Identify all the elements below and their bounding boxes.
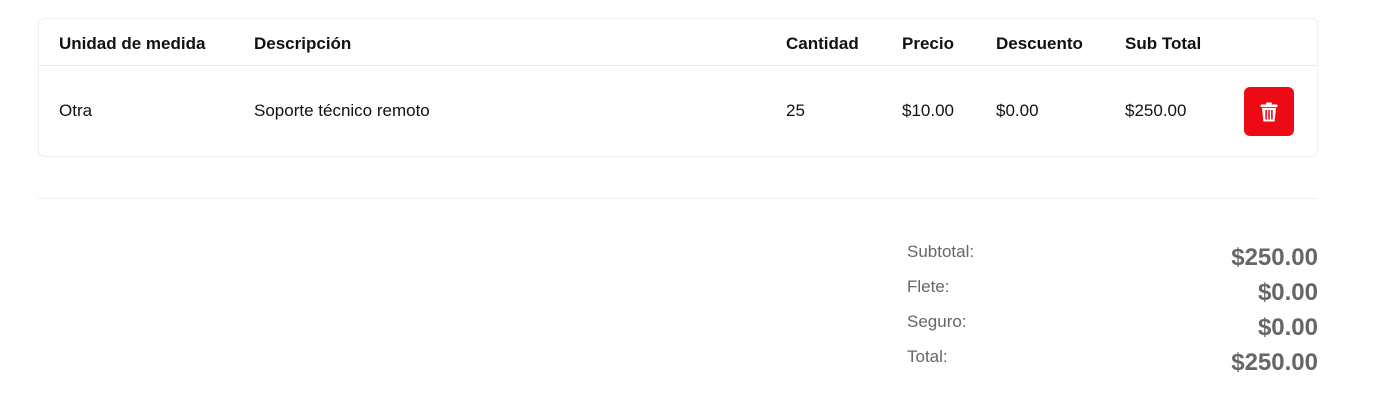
insurance-label: Seguro: [907,312,967,331]
header-discount: Descuento [996,34,1083,53]
insurance-row: Seguro: $0.00 [907,310,1318,345]
header-description: Descripción [254,34,352,53]
section-divider [38,198,1318,199]
subtotal-label: Subtotal: [907,242,975,261]
items-table: Unidad de medida Descripción Cantidad Pr… [38,18,1318,157]
total-value: $250.00 [1231,349,1318,376]
cell-description: Soporte técnico remoto [254,101,430,120]
freight-value: $0.00 [1257,279,1318,306]
trash-icon [1260,102,1278,121]
freight-label: Flete: [907,277,950,296]
cell-unit: Otra [59,101,93,120]
total-label: Total: [907,347,948,366]
freight-row: Flete: $0.00 [907,275,1318,310]
cell-quantity: 25 [786,101,805,120]
cell-discount: $0.00 [996,101,1039,120]
page: Unidad de medida Descripción Cantidad Pr… [0,0,1398,406]
subtotal-row: Subtotal: $250.00 [907,240,1318,275]
header-quantity: Cantidad [786,34,859,53]
insurance-value: $0.00 [1257,314,1318,341]
delete-row-button[interactable] [1244,87,1294,136]
header-price: Precio [902,34,954,53]
table-header: Unidad de medida Descripción Cantidad Pr… [39,19,1317,66]
header-unit: Unidad de medida [59,34,206,53]
table-row: Otra Soporte técnico remoto 25 $10.00 $0… [39,66,1317,157]
total-row: Total: $250.00 [907,345,1318,380]
subtotal-value: $250.00 [1231,244,1318,271]
header-subtotal: Sub Total [1125,34,1202,53]
totals-summary: Subtotal: $250.00 Flete: $0.00 Seguro: $… [907,240,1318,380]
cell-price: $10.00 [902,101,954,120]
cell-subtotal: $250.00 [1125,101,1187,120]
